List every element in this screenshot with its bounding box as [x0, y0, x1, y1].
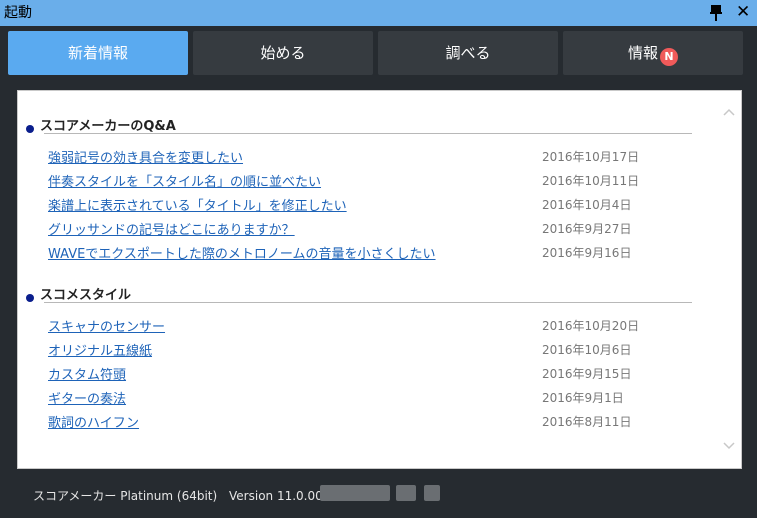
- scroll-up-icon[interactable]: [722, 105, 736, 119]
- list-item: ギターの奏法 2016年9月1日: [48, 388, 638, 408]
- close-icon[interactable]: ✕: [736, 3, 750, 21]
- article-date: 2016年9月1日: [542, 391, 624, 405]
- article-date: 2016年8月11日: [542, 415, 632, 429]
- article-link[interactable]: グリッサンドの記号はどこにありますか？: [48, 219, 295, 238]
- article-date: 2016年10月6日: [542, 343, 632, 357]
- list-item: 強弱記号の効き具合を変更したい 2016年10月17日: [48, 147, 640, 167]
- divider: [44, 133, 692, 134]
- section-title: スコメスタイル: [40, 288, 132, 303]
- list-item: カスタム符頭 2016年9月15日: [48, 364, 638, 384]
- title-bar[interactable]: 起動 ✕: [0, 0, 757, 26]
- article-link[interactable]: 伴奏スタイルを「スタイル名」の順に並べたい: [48, 171, 321, 190]
- article-link[interactable]: 歌詞のハイフン: [48, 412, 139, 431]
- tab-information[interactable]: 情報 N: [563, 31, 743, 75]
- bullet-icon: [26, 125, 34, 133]
- article-date: 2016年9月16日: [542, 246, 632, 260]
- article-date: 2016年10月20日: [542, 319, 640, 333]
- list-item: 伴奏スタイルを「スタイル名」の順に並べたい 2016年10月11日: [48, 171, 640, 191]
- tab-label: 新着情報: [67, 44, 128, 62]
- article-date: 2016年10月4日: [542, 198, 632, 212]
- redacted-block: [396, 485, 416, 501]
- scroll-down-icon[interactable]: [722, 439, 736, 453]
- new-badge: N: [660, 47, 678, 66]
- tab-getting-started[interactable]: 始める: [193, 31, 373, 75]
- article-link[interactable]: 強弱記号の効き具合を変更したい: [48, 147, 243, 166]
- redacted-block: [320, 485, 390, 501]
- tab-label: 始める: [260, 44, 306, 62]
- list-item: オリジナル五線紙 2016年10月6日: [48, 340, 638, 360]
- product-name: スコアメーカー Platinum (64bit): [33, 489, 218, 503]
- version-text: Version 11.0.009: [229, 489, 331, 503]
- redacted-block: [424, 485, 440, 501]
- article-date: 2016年10月17日: [542, 150, 640, 164]
- news-panel: スコアメーカーのQ&A 強弱記号の効き具合を変更したい 2016年10月17日 …: [17, 90, 742, 469]
- article-date: 2016年9月27日: [542, 222, 632, 236]
- article-link[interactable]: スキャナのセンサー: [48, 316, 165, 335]
- article-date: 2016年9月15日: [542, 367, 632, 381]
- list-item: スキャナのセンサー 2016年10月20日: [48, 316, 640, 336]
- article-link[interactable]: 楽譜上に表示されている「タイトル」を修正したい: [48, 195, 347, 214]
- window-title: 起動: [4, 5, 32, 21]
- status-bar: スコアメーカー Platinum (64bit) Version 11.0.00…: [33, 487, 330, 504]
- divider: [44, 302, 692, 303]
- section-title: スコアメーカーのQ&A: [40, 119, 176, 134]
- tab-label: 情報: [627, 44, 658, 62]
- list-item: 楽譜上に表示されている「タイトル」を修正したい 2016年10月4日: [48, 195, 638, 215]
- pin-icon[interactable]: [710, 5, 722, 21]
- article-date: 2016年10月11日: [542, 174, 640, 188]
- tab-label: 調べる: [445, 44, 491, 62]
- list-item: グリッサンドの記号はどこにありますか？ 2016年9月27日: [48, 219, 638, 239]
- startup-window: 起動 ✕ 新着情報 始める 調べる 情報 N スコアメーカーのQ&A 強弱記号の効…: [0, 0, 757, 518]
- list-item: 歌詞のハイフン 2016年8月11日: [48, 412, 638, 432]
- bullet-icon: [26, 294, 34, 302]
- article-link[interactable]: WAVEでエクスポートした際のメトロノームの音量を小さくしたい: [48, 243, 436, 262]
- tab-search[interactable]: 調べる: [378, 31, 558, 75]
- article-link[interactable]: オリジナル五線紙: [48, 340, 152, 359]
- article-link[interactable]: カスタム符頭: [48, 364, 126, 383]
- list-item: WAVEでエクスポートした際のメトロノームの音量を小さくしたい 2016年9月1…: [48, 243, 638, 263]
- tab-news[interactable]: 新着情報: [8, 31, 188, 75]
- article-link[interactable]: ギターの奏法: [48, 388, 126, 407]
